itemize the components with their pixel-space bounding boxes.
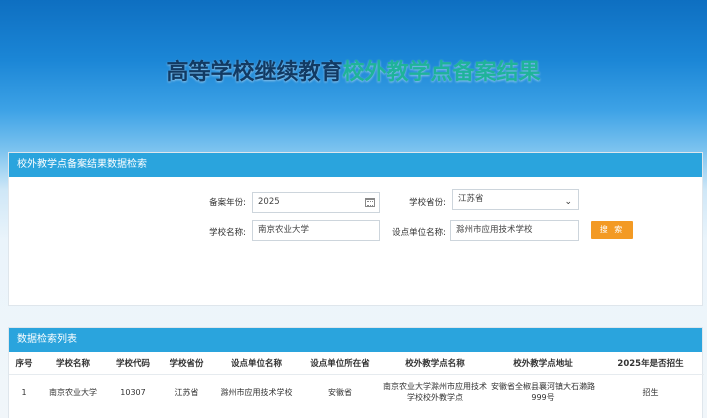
table-cell: 安徽省 [328,387,352,397]
table-header-row: 序号 学校名称 学校代码 学校省份 设点单位名称 设点单位所在省 校外教学点名称… [9,352,704,375]
list-panel-header: 数据检索列表 [9,328,702,352]
calendar-icon[interactable] [365,198,375,207]
page-title: 高等学校继续教育校外教学点备案结果 [0,54,707,86]
table-cell: 滁州市应用技术学校 [220,387,293,397]
unit-name-input[interactable]: 滁州市应用技术学校 [450,220,579,241]
results-table: 序号 学校名称 学校代码 学校省份 设点单位名称 设点单位所在省 校外教学点名称… [9,352,704,410]
column-header: 校外教学点地址 [489,352,597,375]
school-name-input[interactable]: 南京农业大学 [252,220,380,241]
table-cell: 南京农业大学滁州市应用技术学校校外教学点 [383,382,487,403]
list-panel: 数据检索列表 序号 学校名称 学校代码 学校省份 设点单位名称 设点单位所在省 … [8,327,704,418]
unit-name-input-value: 滁州市应用技术学校 [456,225,533,235]
chevron-down-icon: ⌄ [564,197,572,207]
school-name-input-value: 南京农业大学 [258,225,310,235]
page-title-part1: 高等学校继续教育 [166,60,343,85]
year-input[interactable]: 2025 [252,192,380,213]
table-row: 1 南京农业大学 10307 江苏省 滁州市应用技术学校 安徽省 南京农业大学滁… [9,374,704,410]
unit-label: 设点单位名称: [392,228,446,238]
table-cell: 南京农业大学 [49,387,97,397]
column-header: 设点单位名称 [214,352,299,375]
year-input-value: 2025 [258,197,280,207]
table-cell: 招生 [642,387,659,397]
table-cell: 江苏省 [174,387,199,397]
year-label: 备案年份: [209,198,246,208]
column-header: 校外教学点名称 [381,352,489,375]
school-label: 学校名称: [209,228,246,238]
table-cell: 1 [21,387,27,397]
table-cell: 10307 [120,387,146,397]
search-panel-header: 校外教学点备案结果数据检索 [9,153,702,177]
column-header: 序号 [9,352,39,375]
province-select[interactable]: 江苏省 ⌄ [452,189,579,210]
column-header: 2025年是否招生 [597,352,704,375]
column-header: 学校代码 [107,352,159,375]
table-cell: 安徽省全椒县襄河镇大石濑路999号 [491,382,595,403]
province-label: 学校省份: [409,198,446,208]
page-title-part2: 校外教学点备案结果 [342,60,541,85]
column-header: 设点单位所在省 [299,352,381,375]
column-header: 学校名称 [39,352,107,375]
province-select-value: 江苏省 [458,194,484,204]
search-button[interactable]: 搜 索 [591,221,633,239]
column-header: 学校省份 [159,352,214,375]
